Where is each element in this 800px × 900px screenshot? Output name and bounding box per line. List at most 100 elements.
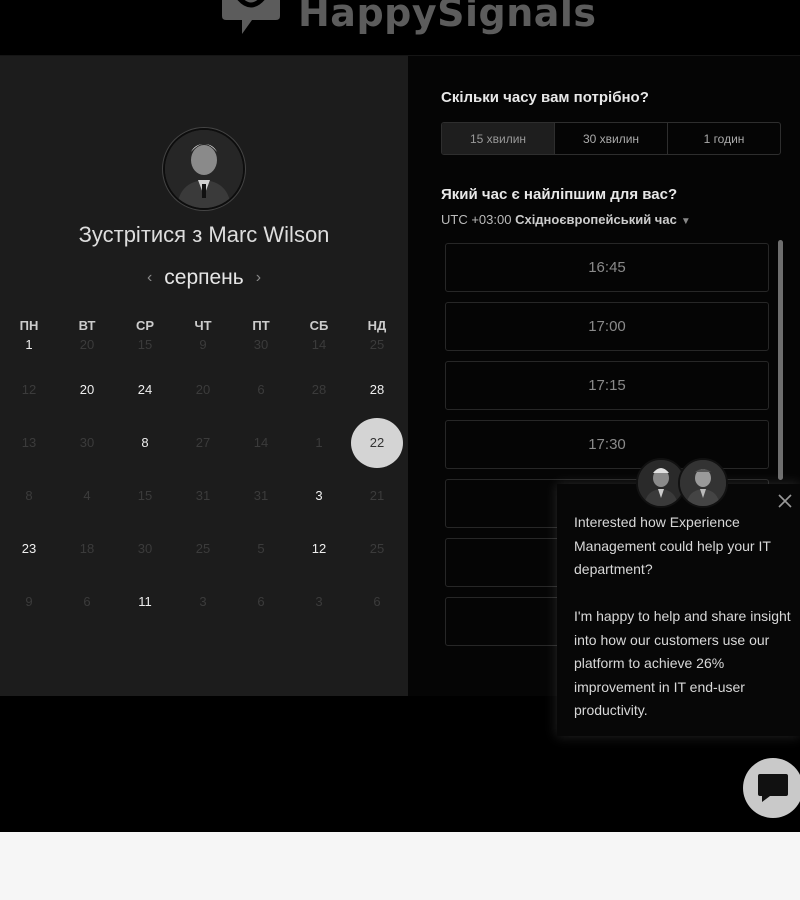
logo: HappySignals (212, 0, 597, 44)
calendar-day: 6 (348, 575, 406, 628)
calendar-day[interactable]: 3 (290, 469, 348, 522)
weekday-label: СБ (309, 318, 329, 333)
day-number: 28 (311, 382, 327, 397)
calendar-day: 14 (232, 416, 290, 469)
calendar-panel: Зустрітися з Marc Wilson ‹ серпень › ПН ВТ С… (0, 56, 408, 696)
calendar-day: 20 (174, 363, 232, 416)
calendar-day: 25 (174, 522, 232, 575)
calendar-grid: ПН ВТ СР ЧТ ПТ СБ НД 1 20 15 9 30 14 25 12 20 24 20 6 28 28… (0, 318, 408, 628)
calendar-day[interactable]: 1 (0, 333, 58, 363)
logo-icon (222, 0, 280, 34)
timezone-offset: UTC +03:00 (441, 212, 512, 227)
calendar-day: 6 (232, 575, 290, 628)
day-number: 12 (311, 541, 327, 556)
calendar-day: 25 (348, 522, 406, 575)
time-question: Який час є найліпшим для вас? (441, 186, 678, 203)
calendar-day: 9 (0, 575, 58, 628)
avatar (678, 458, 728, 508)
day-number: 30 (253, 337, 269, 352)
day-number: 18 (79, 541, 95, 556)
meet-title: Зустрітися з Marc Wilson (78, 222, 330, 247)
time-slot-button[interactable]: 16:45 (445, 243, 769, 292)
calendar-day: 5 (232, 522, 290, 575)
calendar-day: 31 (232, 469, 290, 522)
calendar-day[interactable]: 23 (0, 522, 58, 575)
calendar-day: 30 (232, 333, 290, 363)
chevron-left-icon[interactable]: ‹ (147, 269, 152, 287)
calendar-week: 9 6 11 3 6 3 6 (0, 575, 408, 628)
day-number: 3 (199, 594, 207, 609)
calendar-week: 23 18 30 25 5 12 25 (0, 522, 408, 575)
calendar-day: 21 (348, 469, 406, 522)
day-number: 30 (79, 435, 95, 450)
calendar-day: 15 (116, 469, 174, 522)
day-number: 4 (83, 488, 91, 503)
day-number: 13 (21, 435, 37, 450)
timezone-name: Східноєвропейський час (515, 212, 677, 227)
month-navigation: ‹ серпень › (0, 266, 408, 290)
calendar-day: 15 (116, 333, 174, 363)
calendar-day: 6 (58, 575, 116, 628)
calendar-day[interactable]: 28 (348, 363, 406, 416)
chat-paragraph: I'm happy to help and share insight into… (574, 608, 791, 718)
calendar-day[interactable]: 24 (116, 363, 174, 416)
day-number: 28 (369, 382, 385, 397)
calendar-day: 18 (58, 522, 116, 575)
calendar-day: 20 (58, 333, 116, 363)
calendar-day: 8 (0, 469, 58, 522)
duration-option[interactable]: 1 годин (668, 123, 780, 154)
calendar-day: 3 (174, 575, 232, 628)
day-number: 6 (257, 382, 265, 397)
day-number: 1 (25, 337, 33, 352)
calendar-week: 1 20 15 9 30 14 25 (0, 333, 408, 363)
scrollbar[interactable] (778, 240, 783, 480)
day-number: 22 (351, 417, 403, 468)
calendar-body: 1 20 15 9 30 14 25 12 20 24 20 6 28 28 13 30 8 27 14 1 22 8 4 1… (0, 333, 408, 628)
close-icon[interactable] (776, 492, 794, 510)
calendar-day: 31 (174, 469, 232, 522)
day-number: 25 (369, 337, 385, 352)
day-number: 24 (137, 382, 153, 397)
day-number: 27 (195, 435, 211, 450)
calendar-day: 13 (0, 416, 58, 469)
time-slot-button[interactable]: 17:00 (445, 302, 769, 351)
calendar-day[interactable]: 12 (290, 522, 348, 575)
chevron-down-icon: ▼ (680, 216, 691, 227)
calendar-day: 28 (290, 363, 348, 416)
calendar-day[interactable]: 20 (58, 363, 116, 416)
duration-option[interactable]: 15 хвилин (442, 123, 555, 154)
day-number: 20 (195, 382, 211, 397)
calendar-day[interactable]: 11 (116, 575, 174, 628)
chevron-right-icon[interactable]: › (256, 269, 261, 287)
calendar-day[interactable]: 8 (116, 416, 174, 469)
weekday-header: ПН ВТ СР ЧТ ПТ СБ НД (0, 318, 408, 333)
time-slot-button[interactable]: 17:15 (445, 361, 769, 410)
calendar-day: 1 (290, 416, 348, 469)
day-number: 20 (79, 337, 95, 352)
weekday-label: НД (367, 318, 387, 333)
chat-message: Interested how Experience Management cou… (574, 511, 794, 746)
day-number: 14 (253, 435, 269, 450)
day-number: 15 (137, 488, 153, 503)
calendar-day: 12 (0, 363, 58, 416)
calendar-week: 13 30 8 27 14 1 22 (0, 416, 408, 469)
day-number: 1 (315, 435, 323, 450)
timezone-select[interactable]: UTC +03:00 Східноєвропейський час ▼ (441, 212, 691, 227)
calendar-week: 8 4 15 31 31 3 21 (0, 469, 408, 522)
day-number: 31 (253, 488, 269, 503)
day-number: 11 (138, 594, 152, 609)
calendar-day: 30 (58, 416, 116, 469)
duration-option[interactable]: 30 хвилин (555, 123, 668, 154)
calendar-day: 27 (174, 416, 232, 469)
chat-launcher-button[interactable] (743, 758, 800, 818)
day-number: 14 (311, 337, 327, 352)
calendar-day-selected[interactable]: 22 (348, 416, 406, 469)
day-number: 6 (83, 594, 91, 609)
day-number: 8 (25, 488, 33, 503)
calendar-day: 3 (290, 575, 348, 628)
day-number: 15 (137, 337, 153, 352)
duration-question: Скільки часу вам потрібно? (441, 89, 649, 106)
day-number: 23 (21, 541, 37, 556)
day-number: 8 (141, 435, 149, 450)
weekday-label: ВТ (78, 318, 96, 333)
